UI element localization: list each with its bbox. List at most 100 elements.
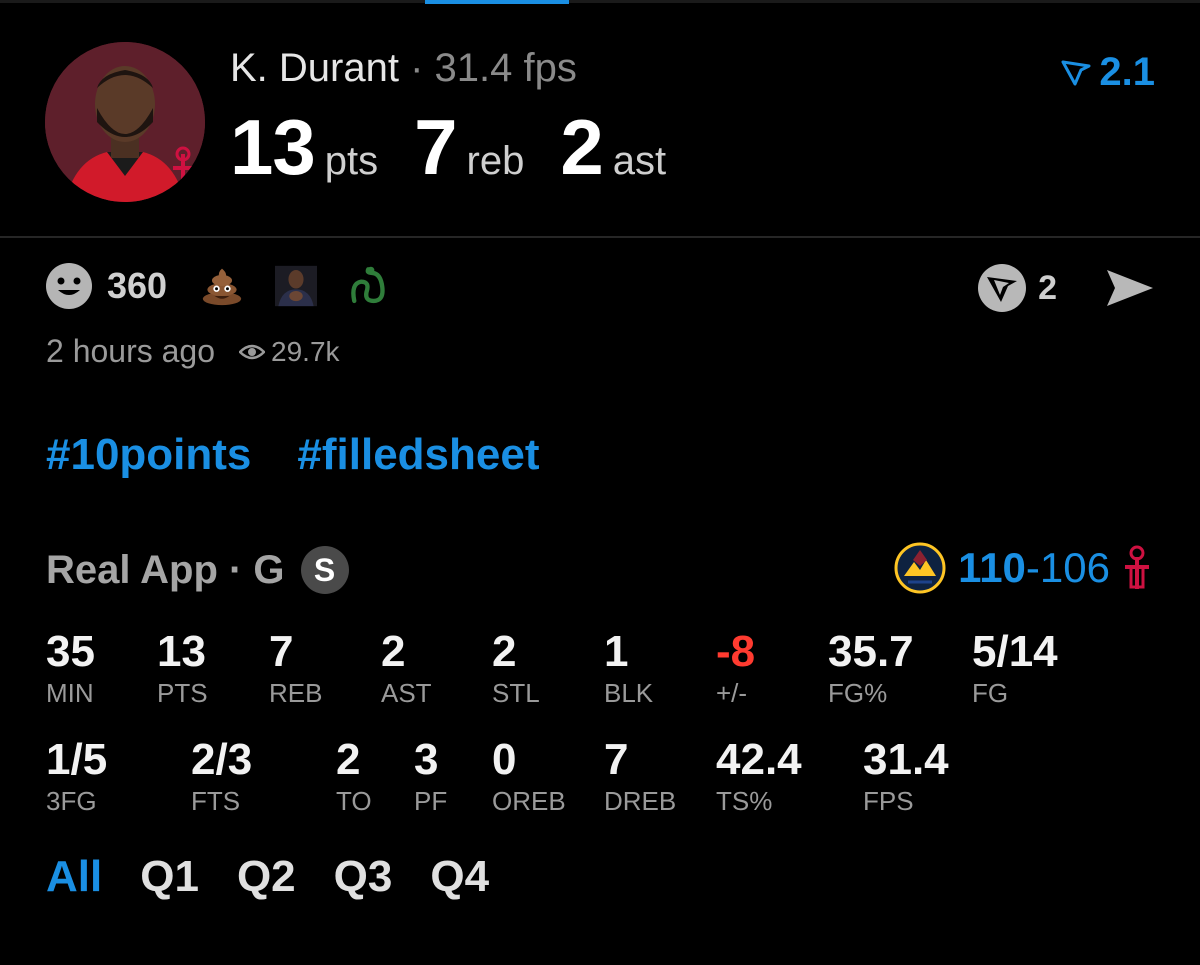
stat-ast: 2 AST — [381, 627, 432, 709]
hashtag-filledsheet[interactable]: #filledsheet — [297, 430, 539, 480]
poop-emoji-icon[interactable] — [201, 263, 243, 309]
headline-ast-label: ast — [612, 139, 667, 183]
stat-min-label: MIN — [46, 678, 94, 708]
stat-oreb-label: OREB — [492, 786, 566, 816]
stat-to-label: TO — [336, 786, 372, 816]
hashtag-10points[interactable]: #10points — [46, 430, 251, 480]
stat-dreb: 7 DREB — [604, 735, 677, 817]
rating-circle-icon[interactable] — [976, 262, 1028, 314]
stat-pts-value: 13 — [157, 627, 206, 676]
active-tab-indicator — [425, 0, 569, 4]
stat-fts-value: 2/3 — [191, 735, 253, 784]
stat-fts: 2/3 FTS — [191, 735, 253, 817]
stat-pf-value: 3 — [414, 735, 439, 784]
headline-stats: 13 pts 7 reb 2 ast — [230, 102, 702, 193]
stat-dreb-value: 7 — [604, 735, 629, 784]
stat-blk-value: 1 — [604, 627, 629, 676]
game-source: Real App · G S — [46, 546, 349, 594]
section-divider — [0, 236, 1200, 238]
headline-ast-value: 2 — [560, 103, 603, 191]
stat-oreb: 0 OREB — [492, 735, 566, 817]
send-icon[interactable] — [1105, 266, 1155, 310]
stat-stl: 2 STL — [492, 627, 540, 709]
quarter-tabs: All Q1 Q2 Q3 Q4 — [46, 852, 489, 902]
headline-pts-label: pts — [324, 139, 379, 183]
headline-reb-label: reb — [466, 139, 525, 183]
view-count: 29.7k — [271, 335, 340, 367]
name-separator: · — [410, 46, 424, 90]
stat-min-value: 35 — [46, 627, 95, 676]
headline-pts-value: 13 — [230, 103, 316, 191]
actions-bar: 2 — [976, 262, 1155, 314]
source-badge[interactable]: S — [300, 546, 349, 594]
stat-to: 2 TO — [336, 735, 372, 817]
stat-pf: 3 PF — [414, 735, 448, 817]
player-name[interactable]: K. Durant — [230, 46, 399, 90]
post-time: 2 hours ago — [46, 333, 216, 369]
rating-action-count: 2 — [1038, 268, 1057, 307]
stat-plus-minus-value: -8 — [716, 627, 756, 676]
stat-fg-pct-value: 35.7 — [828, 627, 914, 676]
stat-to-value: 2 — [336, 735, 361, 784]
stat-pf-label: PF — [414, 786, 448, 816]
smiley-reaction-icon[interactable] — [45, 262, 93, 310]
stat-fg-label: FG — [972, 678, 1009, 708]
stat-stl-label: STL — [492, 678, 540, 708]
stat-ts-pct: 42.4 TS% — [716, 735, 802, 817]
stat-fps-label: FPS — [863, 786, 914, 816]
tab-all[interactable]: All — [46, 852, 102, 902]
player-fps: 31.4 fps — [434, 46, 577, 90]
hashtag-list: #10points #filledsheet — [46, 430, 539, 480]
stat-ts-pct-label: TS% — [716, 786, 773, 816]
nuggets-logo-icon — [894, 542, 946, 594]
clapping-man-sticker-icon[interactable] — [275, 263, 318, 309]
eye-icon — [239, 344, 266, 359]
stat-fps-value: 31.4 — [863, 735, 949, 784]
stat-reb-value: 7 — [269, 627, 294, 676]
tab-q3[interactable]: Q3 — [334, 852, 393, 902]
game-score[interactable]: 110 - 106 — [894, 542, 1152, 594]
stat-ast-value: 2 — [381, 627, 406, 676]
stat-reb: 7 REB — [269, 627, 323, 709]
stat-ast-label: AST — [381, 678, 432, 708]
stat-stl-value: 2 — [492, 627, 517, 676]
tab-q4[interactable]: Q4 — [430, 852, 489, 902]
stat-fps: 31.4 FPS — [863, 735, 949, 817]
rockets-logo-small — [173, 146, 193, 190]
stat-pts: 13 PTS — [157, 627, 208, 709]
post-meta: 2 hours ago 29.7k — [46, 333, 340, 370]
tab-q1[interactable]: Q1 — [140, 852, 199, 902]
score-home: 110 — [958, 544, 1026, 591]
stat-pts-label: PTS — [157, 678, 208, 708]
stat-dreb-label: DREB — [604, 786, 677, 816]
player-name-line: K. Durant · 31.4 fps — [230, 46, 577, 91]
stat-fg-pct: 35.7 FG% — [828, 627, 914, 709]
stat-oreb-value: 0 — [492, 735, 517, 784]
headline-reb-value: 7 — [414, 103, 457, 191]
reactions-bar: 360 — [45, 262, 423, 310]
rating-badge[interactable]: 2.1 — [1061, 50, 1155, 95]
stat-3fg-label: 3FG — [46, 786, 97, 816]
rating-logo-icon — [1061, 60, 1091, 85]
stat-min: 35 MIN — [46, 627, 95, 709]
stat-plus-minus-label: +/- — [716, 678, 748, 708]
stat-fts-label: FTS — [191, 786, 241, 816]
stat-fg-pct-label: FG% — [828, 678, 888, 708]
player-avatar[interactable] — [45, 42, 205, 202]
stat-ts-pct-value: 42.4 — [716, 735, 802, 784]
stat-3fg: 1/5 3FG — [46, 735, 108, 817]
score-dash: - — [1025, 544, 1040, 591]
stat-3fg-value: 1/5 — [46, 735, 108, 784]
rockets-logo-icon — [1125, 545, 1149, 589]
score-away: 106 — [1039, 544, 1110, 591]
rating-value: 2.1 — [1099, 50, 1155, 94]
stat-fg: 5/14 FG — [972, 627, 1058, 709]
stat-fg-value: 5/14 — [972, 627, 1058, 676]
reaction-count: 360 — [107, 265, 168, 306]
snake-emoji-icon[interactable] — [349, 263, 391, 309]
stat-blk-label: BLK — [604, 678, 654, 708]
top-divider — [0, 0, 1200, 3]
stat-plus-minus: -8 +/- — [716, 627, 756, 709]
stat-reb-label: REB — [269, 678, 323, 708]
tab-q2[interactable]: Q2 — [237, 852, 296, 902]
